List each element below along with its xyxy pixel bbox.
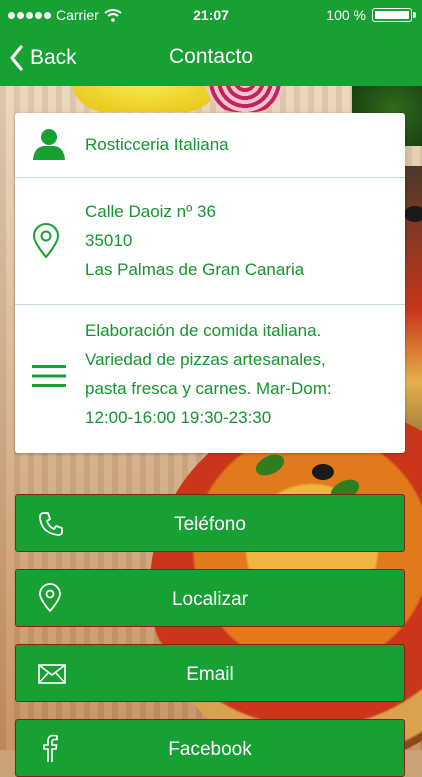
locate-button[interactable]: Localizar [15,569,405,627]
email-button-label: Email [186,664,234,685]
person-icon [33,129,65,160]
description-line: Variedad de pizzas artesanales, [85,350,326,369]
description-row: Elaboración de comida italiana. Variedad… [15,304,405,453]
email-button[interactable]: Email [15,644,405,702]
status-bar: Carrier 21:07 100 % [0,0,422,30]
navigation-bar: Back Contacto [0,30,422,86]
battery-percent: 100 % [326,7,366,23]
contact-info-card: Rosticceria Italiana Calle Daoiz nº 36 3… [15,113,405,453]
description-line: pasta fresca y carnes. Mar-Dom: [85,379,332,398]
description-line: 12:00-16:00 19:30-23:30 [85,408,272,427]
battery-icon [372,8,416,22]
page-title: Contacto [168,45,254,68]
facebook-button-label: Facebook [168,739,252,760]
phone-button-label: Teléfono [174,514,246,535]
address-postal-code: 35010 [85,231,133,250]
address-row: Calle Daoiz nº 36 35010 Las Palmas de Gr… [15,177,405,305]
location-pin-icon [32,223,60,259]
description-line: Elaboración de comida italiana. [85,321,322,340]
business-name: Rosticceria Italiana [85,135,229,154]
phone-button[interactable]: Teléfono [15,494,405,552]
menu-lines-icon [32,365,66,387]
locate-button-label: Localizar [171,589,249,610]
facebook-button[interactable]: Facebook [15,719,405,777]
address-city: Las Palmas de Gran Canaria [85,260,305,279]
business-name-row: Rosticceria Italiana [15,113,405,178]
address-street: Calle Daoiz nº 36 [85,202,216,221]
